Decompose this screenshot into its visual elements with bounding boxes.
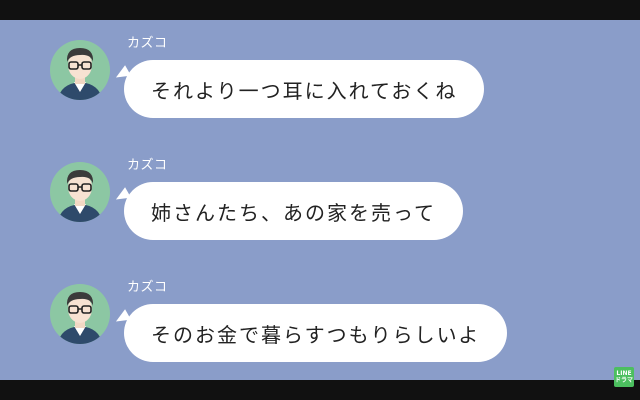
message-row: カズコ それより一つ耳に入れておくね: [0, 20, 640, 130]
message-row: カズコ 姉さんたち、あの家を売って: [0, 142, 640, 252]
letterbox-bottom: [0, 380, 640, 400]
letterbox-top: [0, 0, 640, 20]
message-bubble[interactable]: 姉さんたち、あの家を売って: [124, 182, 463, 240]
message-bubble[interactable]: それより一つ耳に入れておくね: [124, 60, 485, 118]
avatar[interactable]: [50, 284, 110, 344]
video-frame: カズコ それより一つ耳に入れておくね カズコ 姉さんたち、あの家を売って カズコ…: [0, 0, 640, 400]
message-bubble[interactable]: そのお金で暮らすつもりらしいよ: [124, 304, 508, 362]
sender-name: カズコ: [127, 158, 168, 173]
avatar[interactable]: [50, 40, 110, 100]
sender-name: カズコ: [127, 280, 168, 295]
chat-area: カズコ それより一つ耳に入れておくね カズコ 姉さんたち、あの家を売って カズコ…: [0, 20, 640, 380]
logo-line-2: ドラマ: [614, 377, 633, 384]
logo-line-1: LINE: [616, 370, 632, 377]
message-row: カズコ そのお金で暮らすつもりらしいよ: [0, 264, 640, 374]
avatar[interactable]: [50, 162, 110, 222]
sender-name: カズコ: [127, 36, 168, 51]
line-drama-logo: LINE ドラマ: [614, 367, 634, 387]
